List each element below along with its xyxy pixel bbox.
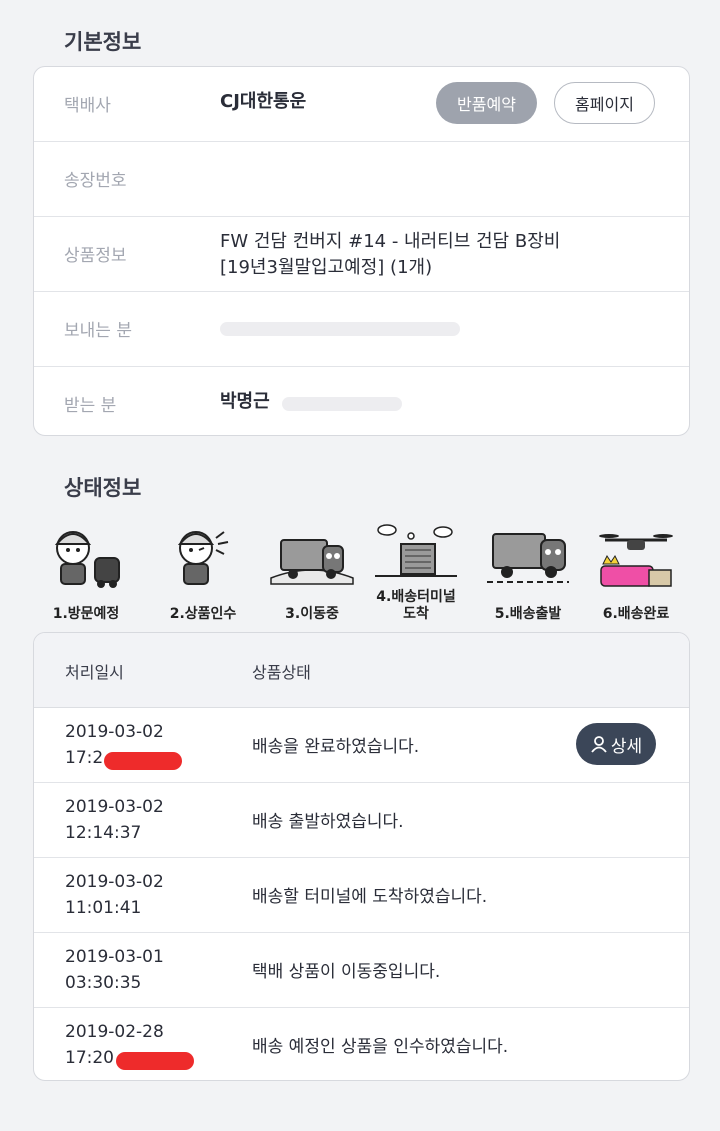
step-label-4-text: 4.배송터미널 도착 <box>376 589 456 622</box>
receiver-row: 받는 분 박명근 <box>34 367 689 435</box>
step-label-2: 2.상품인수 <box>169 606 237 622</box>
row-status: 택배 상품이 이동중입니다. <box>252 962 441 982</box>
step-label-3: 3.이동중 <box>285 606 339 622</box>
receiver-value: 박명근 <box>220 391 270 412</box>
sender-label: 보내는 분 <box>64 321 132 341</box>
sender-row: 보내는 분 <box>34 292 689 367</box>
col-processed-date: 처리일시 <box>65 663 124 682</box>
delivery-truck-icon <box>487 533 569 583</box>
return-reservation-button[interactable]: 반품예약 <box>436 82 537 124</box>
row-date: 2019-03-01 <box>65 947 164 967</box>
row-date: 2019-02-28 <box>65 1022 164 1042</box>
step-label-6: 6.배송완료 <box>602 606 670 622</box>
detail-button[interactable]: 상세 <box>576 723 656 765</box>
product-row: 상품정보 FW 건담 컨버지 #14 - 내러티브 건담 B장비 [19년3월말… <box>34 217 689 292</box>
homepage-button[interactable]: 홈페이지 <box>554 82 655 124</box>
row-date: 2019-03-02 <box>65 797 164 817</box>
row-time: 17:2 <box>65 748 104 768</box>
basic-info-title: 기본정보 <box>64 30 142 54</box>
product-pickup-icon <box>177 531 229 585</box>
receiver-label: 받는 분 <box>64 396 117 416</box>
visit-scheduled-icon <box>54 531 120 588</box>
time-redaction-scribble <box>104 752 182 770</box>
row-time: 12:14:37 <box>65 823 142 843</box>
status-row-1: 2019-03-02 17:2 배송을 완료하였습니다. 상세 <box>34 708 689 783</box>
step-delivery-start: 5.배송출발 <box>478 520 578 625</box>
row-status: 배송 출발하였습니다. <box>252 812 404 832</box>
row-date: 2019-03-02 <box>65 872 164 892</box>
status-row-4: 2019-03-01 03:30:35 택배 상품이 이동중입니다. <box>34 933 689 1008</box>
row-status: 배송을 완료하였습니다. <box>252 737 420 757</box>
row-status: 배송할 터미널에 도착하였습니다. <box>252 887 488 907</box>
drone-delivered-icon <box>599 534 673 587</box>
row-time: 17:20 <box>65 1048 114 1068</box>
courier-value: CJ대한통운 <box>220 91 307 112</box>
step-label-1: 1.방문예정 <box>52 606 120 622</box>
status-row-5: 2019-02-28 17:20 배송 예정인 상품을 인수하였습니다. <box>34 1008 689 1080</box>
step-label-4: 4.배송터미널 도착 <box>366 589 466 623</box>
delivery-steps: 1.방문예정 2.상품인수 3.이동중 4.배송터미널 도착 5.배송출발 6.… <box>36 520 686 625</box>
sender-redaction <box>220 322 460 336</box>
status-table: 처리일시 상품상태 2019-03-02 17:2 배송을 완료하였습니다. 상… <box>33 632 690 1081</box>
tracking-row: 송장번호 <box>34 142 689 217</box>
step-terminal-arrival: 4.배송터미널 도착 <box>366 520 466 625</box>
product-label: 상품정보 <box>64 246 127 266</box>
basic-info-card: 택배사 CJ대한통운 반품예약 홈페이지 송장번호 상품정보 FW 건담 컨버지… <box>33 66 690 436</box>
status-row-2: 2019-03-02 12:14:37 배송 출발하였습니다. <box>34 783 689 858</box>
status-info-title: 상태정보 <box>64 476 142 500</box>
step-delivered: 6.배송완료 <box>586 520 686 625</box>
row-time: 11:01:41 <box>65 898 142 918</box>
courier-row: 택배사 CJ대한통운 반품예약 홈페이지 <box>34 67 689 142</box>
product-value: FW 건담 컨버지 #14 - 내러티브 건담 B장비 [19년3월말입고예정]… <box>220 229 560 281</box>
status-table-header: 처리일시 상품상태 <box>34 633 689 708</box>
step-in-transit: 3.이동중 <box>262 520 362 625</box>
step-label-5: 5.배송출발 <box>494 606 562 622</box>
terminal-building-icon <box>375 524 457 577</box>
row-date: 2019-03-02 <box>65 722 164 742</box>
step-product-pickup: 2.상품인수 <box>153 520 253 625</box>
person-icon <box>591 736 607 753</box>
product-line-2: [19년3월말입고예정] (1개) <box>220 257 433 278</box>
row-status: 배송 예정인 상품을 인수하였습니다. <box>252 1037 509 1057</box>
col-product-status: 상품상태 <box>252 663 311 682</box>
tracking-label: 송장번호 <box>64 171 127 191</box>
status-row-3: 2019-03-02 11:01:41 배송할 터미널에 도착하였습니다. <box>34 858 689 933</box>
courier-label: 택배사 <box>64 96 111 116</box>
in-transit-truck-icon <box>270 539 354 585</box>
product-line-1: FW 건담 컨버지 #14 - 내러티브 건담 B장비 <box>220 231 561 252</box>
detail-button-label: 상세 <box>610 736 643 757</box>
time-redaction-scribble <box>116 1052 194 1070</box>
step-visit-scheduled: 1.방문예정 <box>36 520 136 625</box>
receiver-redaction <box>282 397 402 411</box>
row-time: 03:30:35 <box>65 973 142 993</box>
